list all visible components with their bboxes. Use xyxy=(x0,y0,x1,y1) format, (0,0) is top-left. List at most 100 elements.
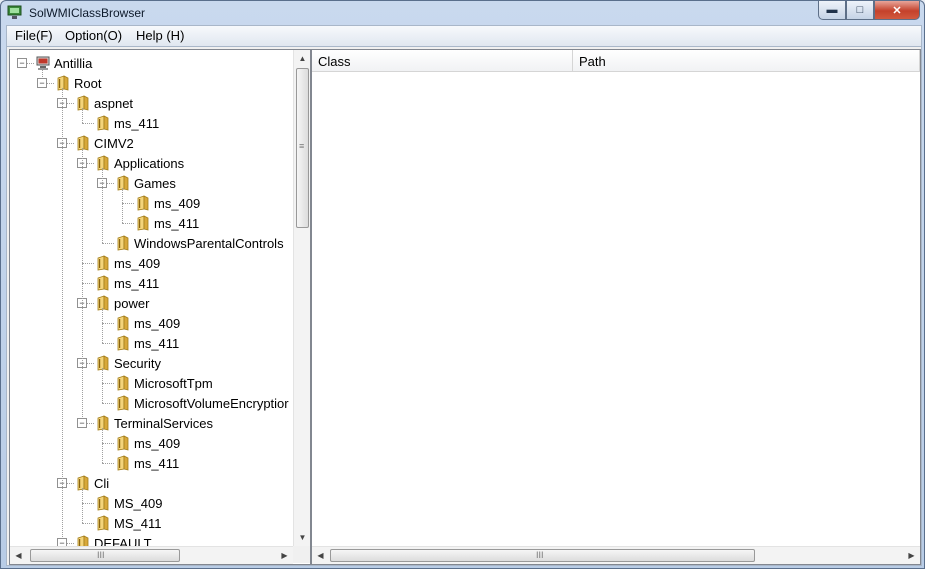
tree-node[interactable]: MicrosoftVolumeEncryptior xyxy=(10,394,292,412)
tree-node[interactable]: ms_409 xyxy=(10,194,292,212)
scroll-right-arrow-icon[interactable]: ▶ xyxy=(903,547,920,564)
close-button[interactable]: ✕ xyxy=(874,1,920,20)
scroll-left-arrow-icon[interactable]: ◀ xyxy=(312,547,329,564)
tree-vertical-scrollbar[interactable]: ▲ ≡ ▼ xyxy=(293,50,310,546)
tree-node[interactable]: ms_411 xyxy=(10,214,292,232)
tree-node[interactable]: − DEFAULT xyxy=(10,534,292,546)
tree-node[interactable]: − Games xyxy=(10,174,292,192)
folder-icon xyxy=(77,475,89,491)
tree-node-label: ms_411 xyxy=(114,276,160,291)
minimize-button[interactable]: ▬ xyxy=(818,1,846,20)
tree-node[interactable]: − aspnet xyxy=(10,94,292,112)
tree-node-label: MS_409 xyxy=(114,496,163,511)
column-header-path-label: Path xyxy=(579,54,606,69)
folder-icon xyxy=(97,355,109,371)
tree-node[interactable]: − TerminalServices xyxy=(10,414,292,432)
tree-horizontal-scroll-thumb[interactable]: III xyxy=(30,549,180,562)
tree-node[interactable]: ms_411 xyxy=(10,454,292,472)
tree-node-label: TerminalServices xyxy=(114,416,213,431)
app-window: SolWMIClassBrowser ▬ □ ✕ File(F) Option(… xyxy=(0,0,925,569)
folder-icon xyxy=(97,515,109,531)
folder-icon xyxy=(57,75,69,91)
tree-node[interactable]: MS_409 xyxy=(10,494,292,512)
scroll-grip-icon: ≡ xyxy=(299,141,305,151)
folder-icon xyxy=(117,435,129,451)
collapse-toggle-icon[interactable]: − xyxy=(57,538,67,546)
column-header-class-label: Class xyxy=(318,54,351,69)
tree-node-label: ms_411 xyxy=(114,116,160,131)
tree-node-label: ms_411 xyxy=(154,216,200,231)
tree-node[interactable]: − power xyxy=(10,294,292,312)
computer-icon xyxy=(36,56,50,70)
tree-node[interactable]: MicrosoftTpm xyxy=(10,374,292,392)
scroll-right-arrow-icon[interactable]: ▶ xyxy=(276,547,293,564)
tree-connector xyxy=(82,148,83,423)
folder-icon xyxy=(117,375,129,391)
tree-node[interactable]: ms_411 xyxy=(10,274,292,292)
folder-icon xyxy=(97,295,109,311)
tree-node[interactable]: − Security xyxy=(10,354,292,372)
window-title: SolWMIClassBrowser xyxy=(29,6,146,20)
scroll-down-arrow-icon[interactable]: ▼ xyxy=(294,529,310,546)
scroll-up-arrow-icon[interactable]: ▲ xyxy=(294,50,310,67)
tree-node-label: MicrosoftTpm xyxy=(134,376,213,391)
tree-node[interactable]: ms_411 xyxy=(10,334,292,352)
tree-node-label: ms_409 xyxy=(134,436,181,451)
list-horizontal-scrollbar[interactable]: ◀ III ▶ xyxy=(312,546,920,564)
tree-node-label: ms_411 xyxy=(134,336,180,351)
collapse-toggle-icon[interactable]: − xyxy=(37,78,47,88)
menu-help[interactable]: Help (H) xyxy=(136,28,184,43)
tree-vertical-scroll-thumb[interactable]: ≡ xyxy=(296,68,309,228)
tree-node-label: CIMV2 xyxy=(94,136,134,151)
tree-node-label: Games xyxy=(134,176,176,191)
collapse-toggle-icon[interactable]: − xyxy=(77,418,87,428)
collapse-toggle-icon[interactable]: − xyxy=(17,58,27,68)
folder-icon xyxy=(117,395,129,411)
maximize-button[interactable]: □ xyxy=(846,1,874,20)
tree-node-label: aspnet xyxy=(94,96,134,111)
tree-node-label: ms_409 xyxy=(114,256,161,271)
tree-node[interactable]: MS_411 xyxy=(10,514,292,532)
tree-node-label: Antillia xyxy=(54,56,93,71)
tree-node-label: Cli xyxy=(94,476,110,491)
tree-horizontal-scrollbar[interactable]: ◀ III ▶ xyxy=(10,546,293,564)
tree-node-label: MicrosoftVolumeEncryptior xyxy=(134,396,289,411)
scrollbar-corner xyxy=(293,546,310,563)
tree-node[interactable]: ms_409 xyxy=(10,314,292,332)
tree-node[interactable]: − Cli xyxy=(10,474,292,492)
folder-icon xyxy=(97,255,109,271)
class-list-view[interactable]: Class Path ◀ III ▶ xyxy=(311,49,921,565)
tree-node-label: WindowsParentalControls xyxy=(134,236,284,251)
folder-icon xyxy=(117,315,129,331)
column-header-path[interactable]: Path xyxy=(573,50,920,72)
list-horizontal-scroll-thumb[interactable]: III xyxy=(330,549,755,562)
main-content: − Antillia − Root − aspnet ms_411− CIMV2− Applic… xyxy=(6,46,922,566)
tree-node-label: Security xyxy=(114,356,161,371)
menu-file[interactable]: File(F) xyxy=(15,28,53,43)
tree-node-label: Root xyxy=(74,76,102,91)
namespace-tree[interactable]: − Antillia − Root − aspnet ms_411− CIMV2− Applic… xyxy=(9,49,311,565)
menu-bar: File(F) Option(O) Help (H) xyxy=(6,25,922,48)
tree-node[interactable]: ms_409 xyxy=(10,254,292,272)
tree-node[interactable]: WindowsParentalControls xyxy=(10,234,292,252)
folder-icon xyxy=(97,155,109,171)
app-icon xyxy=(7,5,22,19)
tree-connector xyxy=(102,168,103,243)
tree-node[interactable]: ms_409 xyxy=(10,434,292,452)
tree-node[interactable]: − CIMV2 xyxy=(10,134,292,152)
folder-icon xyxy=(117,235,129,251)
menu-option[interactable]: Option(O) xyxy=(65,28,122,43)
title-bar[interactable]: SolWMIClassBrowser ▬ □ ✕ xyxy=(1,1,924,25)
scroll-left-arrow-icon[interactable]: ◀ xyxy=(10,547,27,564)
tree-node-label: DEFAULT xyxy=(94,536,152,546)
tree-node[interactable]: ms_411 xyxy=(10,114,292,132)
folder-icon xyxy=(117,455,129,471)
tree-node[interactable]: − Antillia xyxy=(10,54,292,72)
folder-icon xyxy=(117,175,129,191)
folder-icon xyxy=(77,135,89,151)
tree-node[interactable]: − Root xyxy=(10,74,292,92)
tree-node[interactable]: − Applications xyxy=(10,154,292,172)
folder-icon xyxy=(77,95,89,111)
column-header-class[interactable]: Class xyxy=(312,50,573,72)
tree-node-label: ms_411 xyxy=(134,456,180,471)
